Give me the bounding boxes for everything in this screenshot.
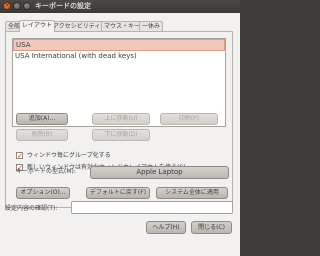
tab-accessibility[interactable]: アクセシビリティ: [50, 21, 104, 31]
titlebar: × キーボードの設定: [0, 0, 240, 13]
tab-mouse-keys[interactable]: マウス・キー: [101, 21, 144, 31]
layout-tab-panel: USA USA International (with dead keys) 追…: [5, 31, 233, 208]
minimize-button[interactable]: [13, 2, 21, 10]
test-field-input[interactable]: [71, 201, 233, 214]
apply-system-wide-button[interactable]: システム全体に適用: [156, 187, 228, 199]
layout-row-usa[interactable]: USA: [13, 39, 225, 51]
remove-layout-button[interactable]: 削除(R): [16, 129, 68, 141]
print-button[interactable]: 印刷(P): [160, 113, 218, 125]
move-up-button[interactable]: 上に移動(U): [92, 113, 150, 125]
keyboard-model-button[interactable]: Apple Laptop: [90, 166, 229, 179]
window-title: キーボードの設定: [35, 2, 91, 10]
help-button[interactable]: ヘルプ(H): [146, 221, 186, 234]
dialog-client: 全般 レイアウト アクセシビリティ マウス・キー 一休み USA USA Int…: [0, 13, 240, 256]
maximize-button[interactable]: [23, 2, 31, 10]
close-dialog-button[interactable]: 閉じる(C): [191, 221, 232, 234]
close-button[interactable]: ×: [3, 2, 11, 10]
group-per-window-label: ウィンドウ毎にグループ化する: [27, 152, 111, 159]
move-down-button[interactable]: 下に移動(D): [92, 129, 150, 141]
layout-row-usa-intl[interactable]: USA International (with dead keys): [13, 51, 225, 62]
checkbox-box[interactable]: ✓: [16, 152, 23, 160]
options-button[interactable]: オプション(O)...: [16, 187, 70, 199]
reset-default-button[interactable]: デフォルトに戻す(F): [86, 187, 150, 199]
close-icon: ×: [4, 2, 10, 9]
add-layout-button[interactable]: 追加(A)...: [16, 113, 68, 125]
tab-break[interactable]: 一休み: [139, 21, 164, 31]
test-field-label: 設定内容の確認(T):: [5, 205, 58, 212]
keyboard-model-label: キーボードの型式(M):: [16, 168, 76, 175]
tab-layout[interactable]: レイアウト: [19, 20, 56, 32]
